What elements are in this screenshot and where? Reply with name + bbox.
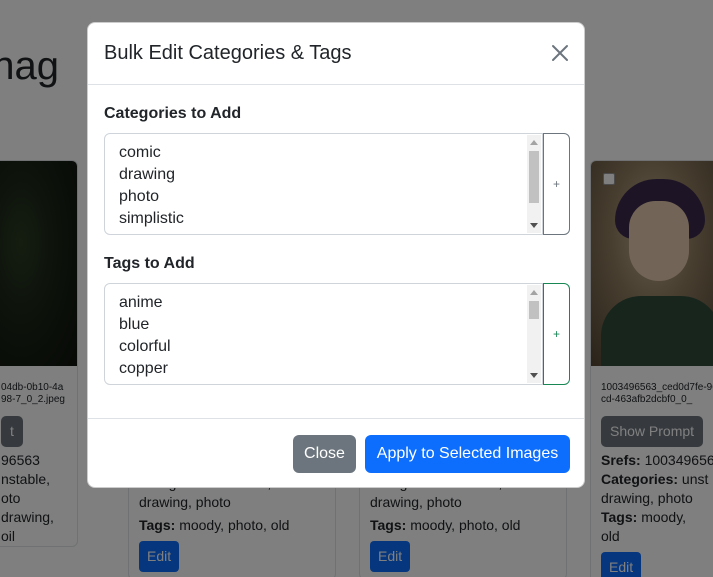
scroll-down-icon[interactable] bbox=[530, 223, 538, 228]
category-option[interactable]: photo bbox=[119, 186, 528, 208]
categories-listbox[interactable]: comic drawing photo simplistic bbox=[104, 133, 543, 235]
tag-option[interactable]: blue bbox=[119, 314, 528, 336]
modal-footer: Close Apply to Selected Images bbox=[88, 418, 584, 487]
modal-title: Bulk Edit Categories & Tags bbox=[104, 42, 352, 64]
tag-option[interactable]: copper bbox=[119, 358, 528, 380]
category-option[interactable]: comic bbox=[119, 142, 528, 164]
categories-select-group: comic drawing photo simplistic + bbox=[104, 133, 570, 235]
apply-button[interactable]: Apply to Selected Images bbox=[365, 435, 570, 473]
close-button[interactable]: Close bbox=[293, 435, 356, 473]
bulk-edit-modal: Bulk Edit Categories & Tags Categories t… bbox=[87, 22, 585, 488]
modal-header: Bulk Edit Categories & Tags bbox=[88, 23, 584, 85]
scrollbar-thumb[interactable] bbox=[529, 301, 539, 319]
categories-label: Categories to Add bbox=[104, 105, 242, 122]
scroll-up-icon[interactable] bbox=[530, 290, 538, 295]
categories-scrollbar[interactable] bbox=[527, 135, 541, 233]
scrollbar-thumb[interactable] bbox=[529, 151, 539, 203]
close-icon[interactable] bbox=[550, 43, 570, 63]
add-category-button[interactable]: + bbox=[543, 133, 570, 235]
scroll-up-icon[interactable] bbox=[530, 140, 538, 145]
tags-options: anime blue colorful copper bbox=[105, 284, 542, 384]
tags-select-group: anime blue colorful copper + bbox=[104, 283, 570, 385]
categories-options: comic drawing photo simplistic bbox=[105, 134, 542, 234]
category-option[interactable]: drawing bbox=[119, 164, 528, 186]
tags-label: Tags to Add bbox=[104, 255, 195, 272]
scroll-down-icon[interactable] bbox=[530, 373, 538, 378]
tag-option[interactable]: anime bbox=[119, 292, 528, 314]
modal-body: Categories to Add comic drawing photo si… bbox=[88, 85, 584, 418]
category-option[interactable]: simplistic bbox=[119, 208, 528, 230]
tags-listbox[interactable]: anime blue colorful copper bbox=[104, 283, 543, 385]
tags-scrollbar[interactable] bbox=[527, 285, 541, 383]
add-tag-button[interactable]: + bbox=[543, 283, 570, 385]
tag-option[interactable]: colorful bbox=[119, 336, 528, 358]
